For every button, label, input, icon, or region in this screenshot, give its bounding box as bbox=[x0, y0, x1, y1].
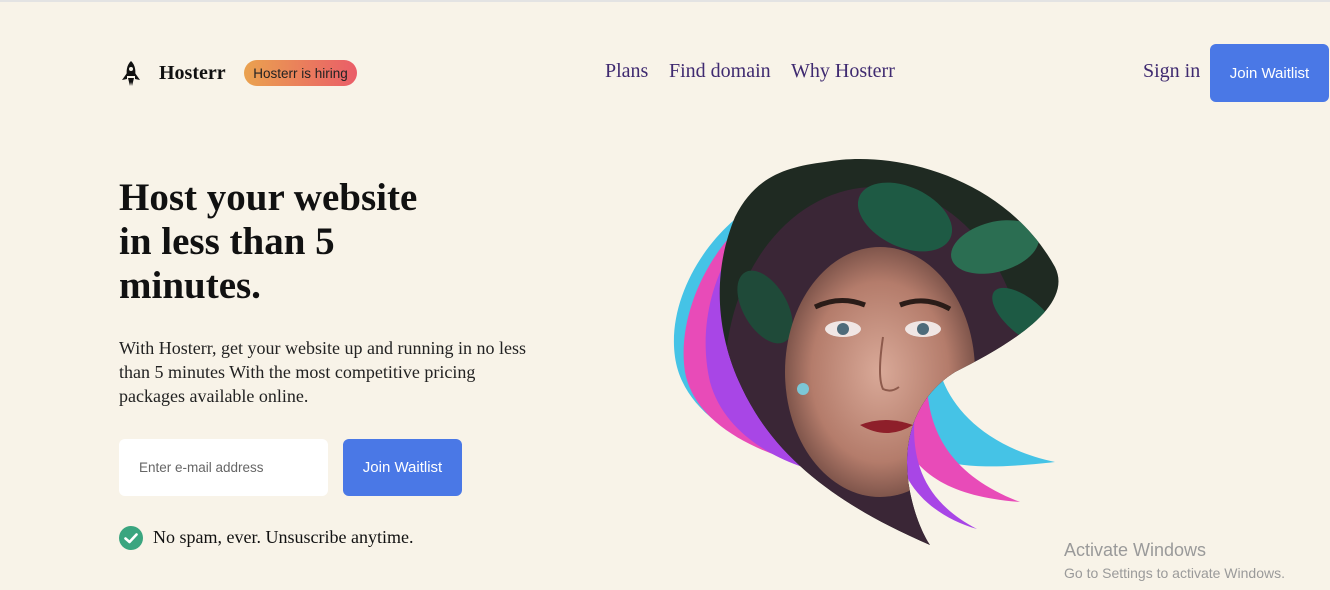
hero-artwork bbox=[673, 158, 1059, 546]
email-input[interactable] bbox=[119, 439, 328, 496]
windows-watermark-subtitle: Go to Settings to activate Windows. bbox=[1064, 565, 1285, 581]
brand-name[interactable]: Hosterr bbox=[159, 62, 226, 85]
hero-subtext: With Hosterr, get your website up and ru… bbox=[119, 338, 526, 406]
join-waitlist-button[interactable]: Join Waitlist bbox=[343, 439, 462, 496]
no-spam-note: No spam, ever. Unsuscribe anytime. bbox=[153, 527, 414, 547]
rocket-icon bbox=[122, 61, 140, 86]
windows-watermark-title: Activate Windows bbox=[1064, 540, 1207, 560]
hiring-badge[interactable]: Hosterr is hiring bbox=[244, 60, 357, 86]
check-circle-icon bbox=[119, 526, 143, 550]
nav-find-domain[interactable]: Find domain bbox=[669, 60, 771, 83]
nav-why-hosterr[interactable]: Why Hosterr bbox=[791, 60, 895, 83]
sign-in-link[interactable]: Sign in bbox=[1143, 60, 1200, 83]
nav-plans[interactable]: Plans bbox=[605, 60, 648, 83]
header-join-waitlist-button[interactable]: Join Waitlist bbox=[1210, 44, 1329, 102]
hero-headline: Host your website in less than 5 minutes… bbox=[119, 176, 418, 307]
